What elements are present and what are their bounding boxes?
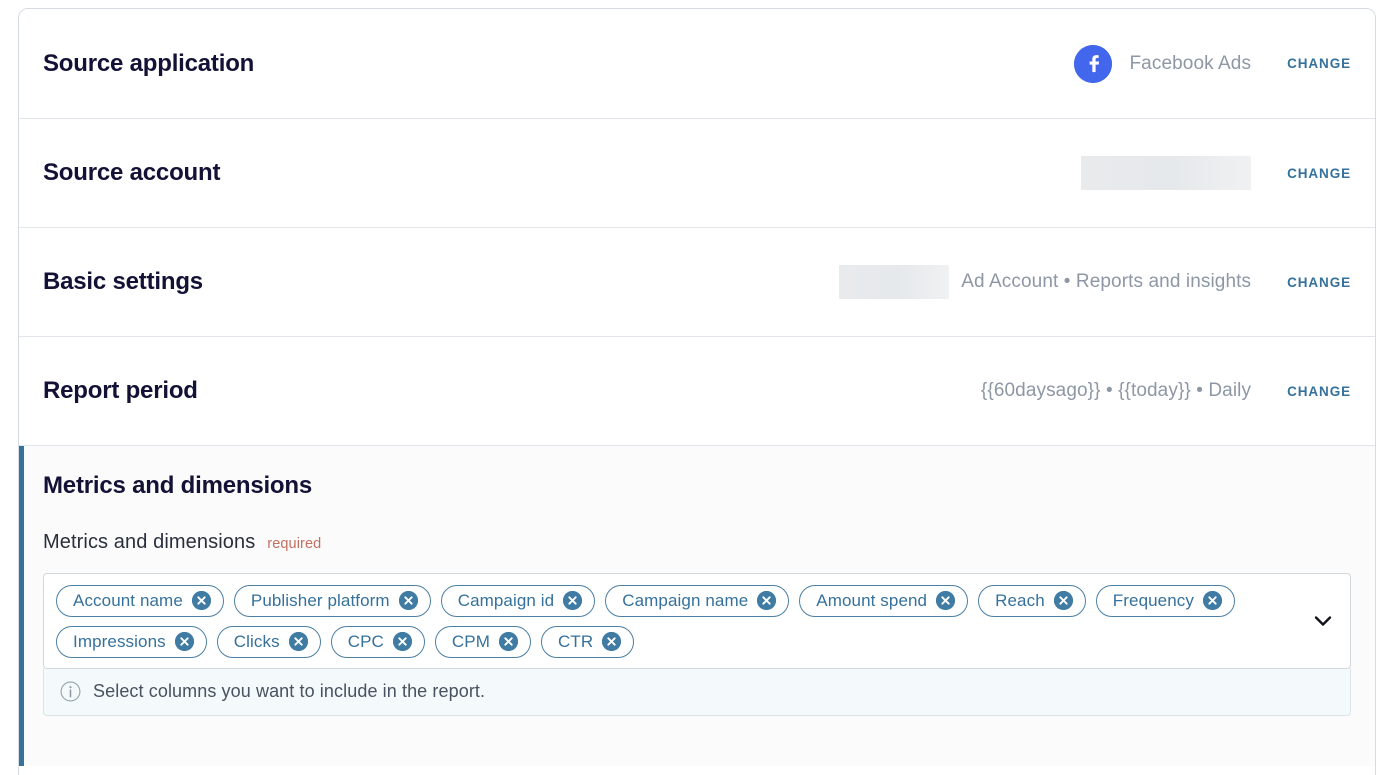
metric-chip-label: Reach [995,590,1045,610]
field-label-metrics: Metrics and dimensions required [43,531,1351,554]
close-icon[interactable] [398,591,418,610]
metric-chip-label: Campaign id [457,590,555,610]
report-config-card: Source application Facebook Ads CHANGE S… [18,8,1376,775]
metric-chip[interactable]: Reach [978,584,1086,617]
metric-chip-label: CTR [557,631,594,651]
row-title-source-account: Source account [43,159,221,186]
row-summary-report-period: {{60daysago}} • {{today}} • Daily [980,380,1252,401]
change-button-source-account[interactable]: CHANGE [1287,166,1351,181]
close-icon[interactable] [757,591,777,610]
row-basic-settings[interactable]: Basic settings Ad Account • Reports and … [19,228,1375,337]
close-icon[interactable] [936,591,956,610]
row-source-account[interactable]: Source account CHANGE [19,119,1375,228]
metrics-chip-list: Account name Publisher platform Campaign… [56,584,1304,658]
metric-chip-label: Publisher platform [250,590,390,610]
row-report-period[interactable]: Report period {{60daysago}} • {{today}} … [19,337,1375,446]
metric-chip[interactable]: Frequency [1095,584,1235,617]
metric-chip[interactable]: Amount spend [799,584,969,617]
metrics-hint-text: Select columns you want to include in th… [93,681,486,701]
change-button-report-period[interactable]: CHANGE [1287,384,1351,399]
close-icon[interactable] [563,591,583,610]
metric-chip-label: Account name [73,590,183,610]
close-icon[interactable] [1202,591,1222,610]
section-metrics-and-dimensions: Metrics and dimensions Metrics and dimen… [19,446,1375,766]
metric-chip[interactable]: CPM [434,625,531,658]
facebook-icon [1074,44,1113,83]
change-button-basic-settings[interactable]: CHANGE [1287,275,1351,290]
close-icon[interactable] [288,632,308,651]
redacted-value-source-account [1081,156,1252,190]
info-icon [60,681,81,702]
metric-chip-label: CPC [347,631,384,651]
metric-chip-label: Amount spend [816,590,928,610]
close-icon[interactable] [498,632,518,651]
metric-chip-label: Frequency [1112,590,1194,610]
row-right-source-application: Facebook Ads CHANGE [1074,44,1351,83]
row-title-report-period: Report period [43,377,198,404]
close-icon[interactable] [191,591,211,610]
metric-chip-label: CPM [451,631,490,651]
close-icon[interactable] [1053,591,1073,610]
metrics-multiselect[interactable]: Account name Publisher platform Campaign… [43,573,1351,669]
row-right-basic-settings: Ad Account • Reports and insights CHANGE [839,265,1351,299]
close-icon[interactable] [174,632,194,651]
metric-chip[interactable]: Campaign name [605,584,790,617]
metric-chip-label: Clicks [233,631,280,651]
metric-chip[interactable]: CPC [330,625,425,658]
metric-chip[interactable]: CTR [540,625,635,658]
metric-chip[interactable]: Campaign id [440,584,596,617]
metric-chip[interactable]: Publisher platform [233,584,431,617]
field-required-badge: required [267,536,322,552]
row-title-source-application: Source application [43,49,255,77]
metric-chip[interactable]: Account name [56,584,224,617]
row-summary-basic-settings: Ad Account • Reports and insights [961,271,1252,292]
close-icon[interactable] [392,632,412,651]
row-summary-source-application: Facebook Ads [1129,52,1252,74]
row-source-application[interactable]: Source application Facebook Ads CHANGE [19,9,1375,119]
field-label-text: Metrics and dimensions [43,531,256,553]
close-icon[interactable] [602,632,622,651]
metric-chip[interactable]: Clicks [216,625,321,658]
row-title-basic-settings: Basic settings [43,268,203,295]
change-button-source-application[interactable]: CHANGE [1287,56,1351,71]
row-right-source-account: CHANGE [1081,156,1351,190]
redacted-value-basic-settings [839,265,950,299]
metric-chip-label: Impressions [73,631,166,651]
metric-chip[interactable]: Impressions [56,625,207,658]
row-right-report-period: {{60daysago}} • {{today}} • Daily CHANGE [981,380,1351,402]
metric-chip-label: Campaign name [622,590,749,610]
metrics-hint-box: Select columns you want to include in th… [43,668,1351,716]
page-root: Source application Facebook Ads CHANGE S… [0,0,1394,775]
section-title-metrics: Metrics and dimensions [43,472,312,499]
chevron-down-icon[interactable] [1312,610,1334,632]
